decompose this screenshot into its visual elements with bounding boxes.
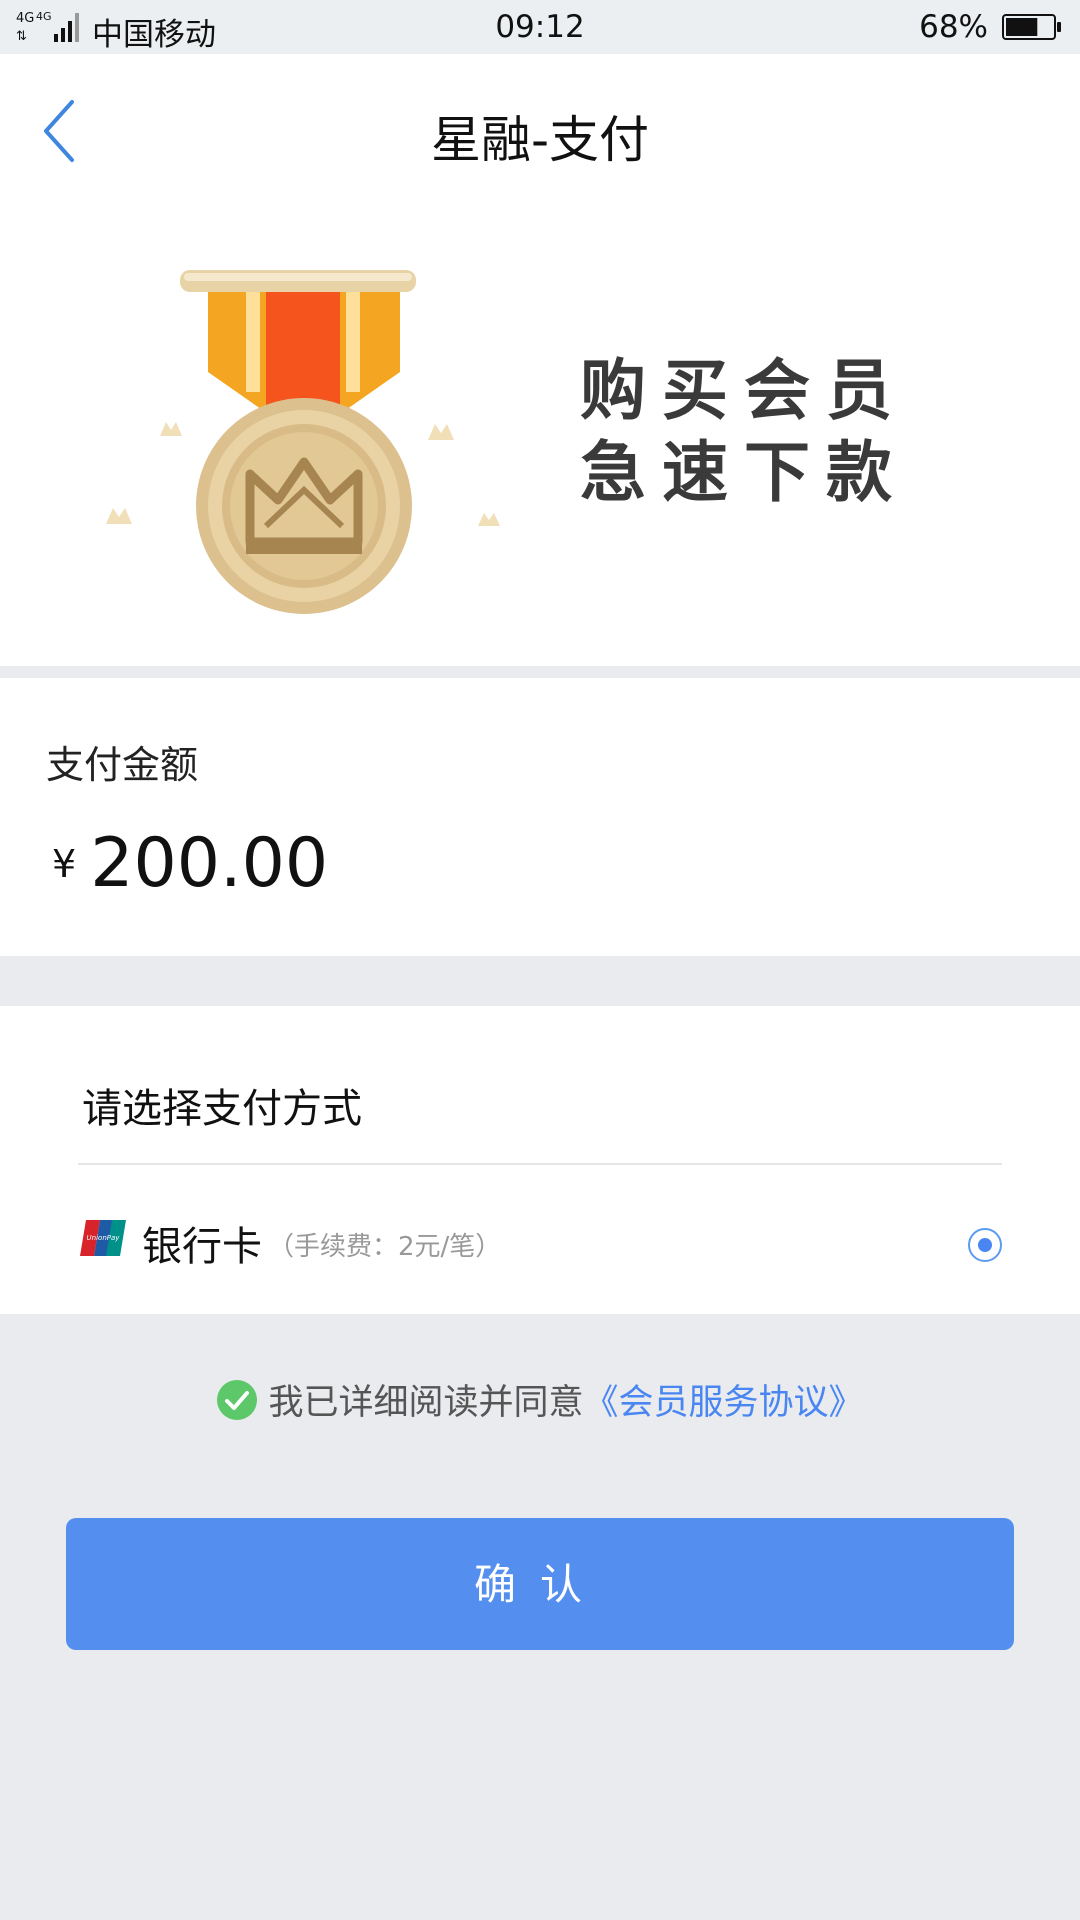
confirm-button[interactable]: 确认	[66, 1518, 1014, 1650]
fee-label: （手续费：2元/笔）	[268, 1232, 502, 1262]
payment-method-card: 请选择支付方式 UnionPay 银行卡 （手续费：2元/笔）	[0, 1006, 1080, 1314]
promo-banner: 购买会员 急速下款	[0, 180, 1080, 666]
radio-selected-dot	[978, 1238, 992, 1252]
svg-text:UnionPay: UnionPay	[87, 1234, 121, 1242]
battery-percent: 68%	[919, 9, 988, 45]
unionpay-icon: UnionPay	[80, 1220, 126, 1256]
check-circle-icon[interactable]	[216, 1379, 258, 1421]
payment-method-title: 请选择支付方式	[82, 1086, 362, 1132]
banner-text: 购买会员 急速下款	[580, 350, 908, 514]
bank-card-radio[interactable]	[968, 1228, 1002, 1262]
amount-number: 200.00	[90, 824, 329, 903]
payment-option-bank-card[interactable]: UnionPay 银行卡 （手续费：2元/笔）	[78, 1196, 1002, 1292]
amount-label: 支付金额	[46, 743, 199, 787]
battery-icon	[1002, 14, 1061, 40]
nav-bar: 星融-支付	[0, 54, 1080, 180]
agreement-text: 我已详细阅读并同意	[268, 1383, 584, 1423]
agreement-row: 我已详细阅读并同意《会员服务协议》	[0, 1374, 1080, 1428]
payment-divider	[78, 1163, 1002, 1165]
banner-line-1: 购买会员	[580, 352, 908, 429]
banner-line-2: 急速下款	[580, 434, 908, 511]
amount-value: ¥200.00	[52, 824, 328, 903]
medal-crown-icon	[106, 270, 500, 614]
status-time: 09:12	[495, 9, 585, 45]
bank-card-label: 银行卡	[142, 1224, 262, 1270]
page-title: 星融-支付	[430, 111, 650, 169]
section-divider	[0, 666, 1080, 678]
amount-card: 支付金额 ¥200.00	[0, 678, 1080, 956]
status-bar: 4G 4G ⇅ 中国移动 09:12 68%	[0, 0, 1080, 54]
agreement-link[interactable]: 《会员服务协议》	[584, 1383, 864, 1423]
currency-symbol: ¥	[52, 841, 77, 886]
